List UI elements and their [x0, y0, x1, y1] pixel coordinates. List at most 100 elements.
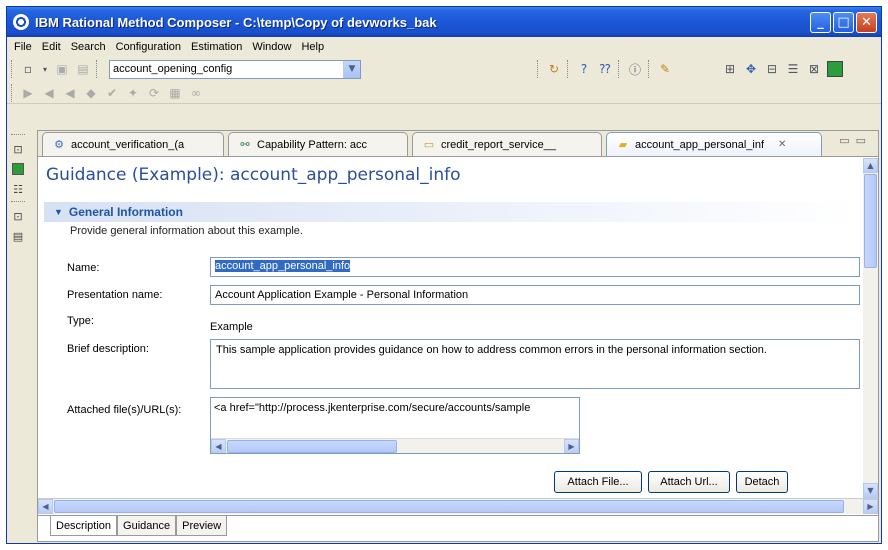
- publish-icon[interactable]: ⊟: [764, 61, 780, 77]
- info-icon[interactable]: ⓘ: [627, 61, 643, 77]
- tab-account-app-personal-info[interactable]: ▰ account_app_personal_inf ✕: [606, 132, 822, 156]
- scroll-up-icon[interactable]: ▲: [863, 158, 878, 173]
- new-icon[interactable]: ▫: [20, 61, 36, 77]
- library-icon[interactable]: ☰: [785, 61, 801, 77]
- toolbar-grip[interactable]: [618, 60, 621, 78]
- detach-button[interactable]: Detach: [736, 471, 788, 493]
- refresh-icon[interactable]: ⟳: [146, 85, 162, 101]
- editor-hscroll[interactable]: ◀ ▶: [38, 498, 878, 514]
- menu-edit[interactable]: Edit: [37, 41, 66, 53]
- configuration-view-icon[interactable]: ☷: [10, 181, 26, 197]
- dropdown-arrow-icon[interactable]: ▾: [41, 61, 49, 77]
- menu-window[interactable]: Window: [247, 41, 296, 53]
- link-icon[interactable]: ◆: [83, 85, 99, 101]
- toolbar-grip[interactable]: [648, 60, 651, 78]
- attached-files-list[interactable]: <a href="http://process.jkenterprise.com…: [210, 397, 580, 454]
- scroll-right-icon[interactable]: ▶: [564, 439, 579, 453]
- properties-view-icon[interactable]: ▤: [10, 228, 26, 244]
- chevron-down-icon[interactable]: ▼: [343, 60, 360, 78]
- tab-description[interactable]: Description: [50, 516, 118, 536]
- secondary-toolbar: ▶ ◀ ◀ ◆ ✔ ✦ ⟳ ▦ ∞: [7, 82, 881, 104]
- editor-tab-bar: ⚙ account_verification_(a ⚯ Capability P…: [38, 131, 878, 157]
- tab-preview[interactable]: Preview: [176, 516, 228, 536]
- validate-icon[interactable]: ✦: [125, 85, 141, 101]
- scroll-right-icon[interactable]: ▶: [863, 499, 878, 514]
- pin-icon[interactable]: ✎: [657, 61, 673, 77]
- attached-files-hscroll[interactable]: ◀ ▶: [211, 438, 579, 453]
- attach-file-button[interactable]: Attach File...: [554, 471, 642, 493]
- main-toolbar: ▫ ▾ ▣ ▤ account_opening_config ▼ ↻ ? ⁇ ⓘ…: [7, 56, 881, 82]
- restore-view-icon[interactable]: ⊡: [10, 141, 26, 157]
- scroll-left-icon[interactable]: ◀: [211, 439, 226, 453]
- tab-label: credit_report_service__: [441, 138, 556, 151]
- attached-file-entry[interactable]: <a href="http://process.jkenterprise.com…: [211, 398, 579, 418]
- configuration-combo[interactable]: account_opening_config ▼: [109, 59, 361, 79]
- menu-file[interactable]: File: [9, 41, 37, 53]
- general-information-section: ▼ General Information Provide general in…: [44, 202, 860, 237]
- perspective-open-icon[interactable]: ⊞: [722, 61, 738, 77]
- tab-label: account_verification_(a: [71, 138, 185, 151]
- menu-configuration[interactable]: Configuration: [111, 41, 186, 53]
- tab-label: account_app_personal_inf: [635, 138, 765, 151]
- name-value: account_app_personal_info: [215, 260, 351, 272]
- attach-url-button[interactable]: Attach Url...: [648, 471, 730, 493]
- navigate-icon[interactable]: ↻: [546, 61, 562, 77]
- fast-view-grip[interactable]: [11, 201, 25, 204]
- expand-triangle-icon[interactable]: ▼: [54, 207, 63, 217]
- scrollbar-thumb[interactable]: [227, 440, 397, 453]
- menu-bar: File Edit Search Configuration Estimatio…: [7, 37, 881, 56]
- authoring-perspective-icon[interactable]: [827, 61, 843, 77]
- toolbar-grip[interactable]: [11, 83, 14, 102]
- menu-search[interactable]: Search: [66, 41, 111, 53]
- section-description: Provide general information about this e…: [70, 225, 303, 237]
- save-icon[interactable]: ▣: [54, 61, 70, 77]
- library-view-icon[interactable]: [12, 163, 24, 175]
- restore-view-icon[interactable]: ⊡: [10, 208, 26, 224]
- toolbar-grip[interactable]: [567, 60, 570, 78]
- move-icon[interactable]: ✥: [743, 61, 759, 77]
- run-icon[interactable]: ▶: [20, 85, 36, 101]
- presentation-name-field[interactable]: Account Application Example - Personal I…: [210, 285, 860, 305]
- table-icon[interactable]: ▦: [167, 85, 183, 101]
- tab-guidance[interactable]: Guidance: [117, 516, 177, 536]
- section-header[interactable]: ▼ General Information: [44, 202, 860, 222]
- binoculars-icon[interactable]: ∞: [188, 85, 204, 101]
- toolbar-grip[interactable]: [537, 60, 540, 78]
- brief-description-field[interactable]: This sample application provides guidanc…: [210, 339, 860, 389]
- maximize-button[interactable]: □: [833, 11, 854, 33]
- toolbar-grip[interactable]: [96, 60, 99, 78]
- tab-credit-report-service[interactable]: ▭ credit_report_service__: [412, 132, 602, 156]
- help-icon[interactable]: ?: [576, 61, 592, 77]
- main-window: IBM Rational Method Composer - C:\temp\C…: [6, 6, 882, 544]
- title-bar[interactable]: IBM Rational Method Composer - C:\temp\C…: [7, 7, 881, 37]
- editor-vscroll[interactable]: ▲ ▼: [863, 158, 878, 498]
- minimize-maximize-icon[interactable]: ▭▭: [839, 134, 872, 147]
- forward-icon[interactable]: ◀: [62, 85, 78, 101]
- app-icon: [13, 14, 29, 30]
- brief-description-label: Brief description:: [67, 343, 149, 355]
- tab-account-verification[interactable]: ⚙ account_verification_(a: [42, 132, 224, 156]
- scroll-down-icon[interactable]: ▼: [863, 483, 878, 498]
- search-help-icon[interactable]: ⁇: [597, 61, 613, 77]
- close-button[interactable]: ✕: [856, 11, 877, 33]
- save-all-icon[interactable]: ▤: [75, 61, 91, 77]
- scrollbar-thumb[interactable]: [864, 174, 877, 268]
- tab-capability-pattern[interactable]: ⚯ Capability Pattern: acc: [228, 132, 408, 156]
- fast-view-grip[interactable]: [11, 134, 25, 137]
- tab-label: Capability Pattern: acc: [257, 138, 368, 151]
- fast-view-bar: ⊡ ☷ ⊡ ▤: [7, 130, 29, 543]
- name-field[interactable]: account_app_personal_info: [210, 257, 860, 277]
- check-icon[interactable]: ✔: [104, 85, 120, 101]
- menu-help[interactable]: Help: [296, 41, 329, 53]
- close-icon[interactable]: ✕: [778, 139, 786, 150]
- minimize-button[interactable]: _: [810, 11, 831, 33]
- menu-estimation[interactable]: Estimation: [186, 41, 247, 53]
- presentation-name-label: Presentation name:: [67, 289, 163, 301]
- scroll-left-icon[interactable]: ◀: [38, 499, 53, 514]
- toolbar-grip[interactable]: [11, 60, 14, 78]
- process-icon[interactable]: ⊠: [806, 61, 822, 77]
- scrollbar-thumb[interactable]: [54, 500, 844, 513]
- back-icon[interactable]: ◀: [41, 85, 57, 101]
- type-value: Example: [210, 321, 253, 333]
- configuration-value: account_opening_config: [113, 63, 233, 75]
